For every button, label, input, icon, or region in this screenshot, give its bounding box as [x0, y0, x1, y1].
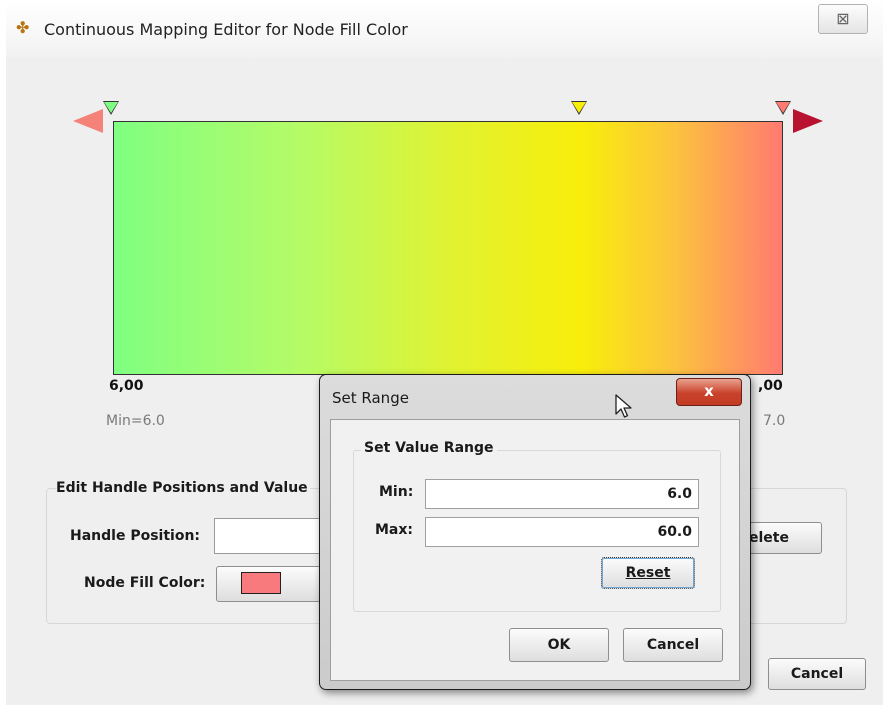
handle-position-field[interactable]: [214, 518, 334, 554]
color-gradient-bar[interactable]: [113, 121, 783, 375]
node-fill-color-button[interactable]: [216, 566, 334, 602]
max-input[interactable]: 60.0: [425, 517, 699, 547]
app-icon: ✤: [16, 18, 30, 37]
mouse-pointer-icon: [615, 394, 632, 418]
handle-right-fill: [776, 102, 790, 113]
left-value-label: 6,00: [109, 378, 144, 394]
set-range-body: Set Value Range Min: 6.0 Max: 60.0 Reset…: [330, 419, 740, 681]
set-range-close-button[interactable]: x: [676, 378, 742, 406]
dialog-cancel-button[interactable]: Cancel: [623, 628, 723, 662]
set-range-dialog: Set Range x Set Value Range Min: 6.0 Max…: [319, 374, 751, 690]
right-value-label: ,00: [758, 378, 783, 394]
node-fill-color-label: Node Fill Color:: [84, 575, 206, 591]
ok-button[interactable]: OK: [509, 628, 609, 662]
increase-range-arrow-icon[interactable]: [793, 109, 823, 133]
window-close-button[interactable]: ⊠: [818, 4, 868, 34]
decrease-range-arrow-icon[interactable]: [73, 109, 103, 133]
handle-middle-fill: [572, 102, 586, 113]
min-input[interactable]: 6.0: [425, 479, 699, 509]
window-title: Continuous Mapping Editor for Node Fill …: [44, 20, 408, 39]
reset-button[interactable]: Reset: [601, 557, 695, 589]
handle-position-label: Handle Position:: [70, 528, 201, 544]
set-value-range-title: Set Value Range: [361, 440, 497, 456]
min-field-label: Min:: [379, 484, 414, 500]
set-range-title: Set Range: [332, 389, 409, 407]
color-swatch: [241, 572, 281, 594]
title-bar: ✤ Continuous Mapping Editor for Node Fil…: [6, 0, 883, 58]
handle-left-fill: [104, 102, 118, 113]
max-label: 7.0: [763, 413, 786, 429]
edit-handle-panel-title: Edit Handle Positions and Value: [56, 480, 310, 496]
main-cancel-button[interactable]: Cancel: [768, 658, 866, 690]
max-field-label: Max:: [375, 522, 414, 538]
delete-button[interactable]: elete: [746, 522, 822, 554]
min-label: Min=6.0: [106, 413, 165, 429]
